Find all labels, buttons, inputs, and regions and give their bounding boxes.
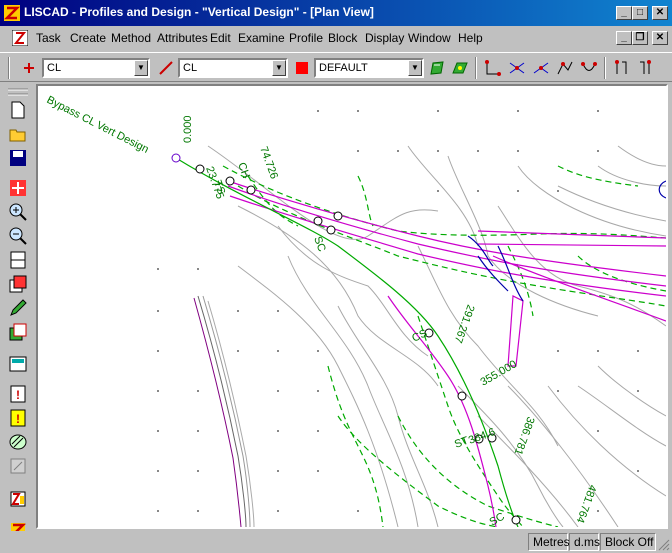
toolbar-separator: [475, 57, 477, 79]
menu-attributes[interactable]: Attributes: [157, 31, 208, 45]
svg-text:!: !: [16, 412, 20, 426]
new-file-icon[interactable]: [8, 100, 28, 120]
corner-point-icon[interactable]: [484, 59, 502, 77]
zoom-extents-icon[interactable]: [8, 250, 28, 270]
code-select-value: CL: [47, 62, 62, 74]
liscad-app-icon[interactable]: [4, 5, 20, 21]
alignment-name-label: Bypass CL Vert Design: [45, 94, 151, 156]
menu-create[interactable]: Create: [70, 31, 106, 45]
open-folder-icon[interactable]: [8, 124, 28, 144]
chevron-down-icon[interactable]: ▼: [134, 60, 148, 76]
zoom-in-icon[interactable]: [8, 202, 28, 222]
document-icon[interactable]: [12, 30, 28, 46]
toolbar-grip: [8, 57, 10, 79]
menu-edit[interactable]: Edit: [210, 31, 231, 45]
toolbar-separator: [604, 57, 606, 79]
chainage-label: 291.267: [452, 303, 477, 344]
line-style-icon[interactable]: [157, 59, 175, 77]
hatch-icon[interactable]: [8, 432, 28, 452]
menu-profile[interactable]: Profile: [289, 31, 323, 45]
polyline-icon[interactable]: [556, 59, 574, 77]
maximize-button[interactable]: □: [632, 6, 648, 20]
point-code-icon[interactable]: [20, 59, 38, 77]
doc-restore-button[interactable]: ❐: [632, 31, 648, 45]
menu-help[interactable]: Help: [458, 31, 483, 45]
window-icon[interactable]: [8, 274, 28, 294]
menu-window[interactable]: Window: [408, 31, 451, 45]
layer-manager-icon[interactable]: [451, 59, 469, 77]
embankment-lines: [193, 295, 255, 527]
chainage-label: 384.6: [467, 426, 497, 447]
chainage-label: 74.726: [257, 145, 280, 181]
resize-grip-icon[interactable]: [658, 539, 670, 551]
rotate-right-icon[interactable]: [636, 59, 654, 77]
point-type-label: SC: [488, 511, 507, 527]
plan-drawing[interactable]: Bypass CL Vert Design 0.000 23.775 74.72…: [38, 86, 666, 527]
layer-select[interactable]: DEFAULT ▼: [314, 58, 424, 78]
color-swatch-icon[interactable]: [293, 59, 311, 77]
title-bar: LISCAD - Profiles and Design - "Vertical…: [0, 0, 672, 26]
calculator-icon[interactable]: [8, 354, 28, 374]
arc-icon[interactable]: [580, 59, 598, 77]
zoom-out-icon[interactable]: [8, 226, 28, 246]
layer-select-value: DEFAULT: [319, 62, 368, 74]
alert-icon[interactable]: !: [8, 408, 28, 428]
road-outline-lines: [227, 180, 666, 527]
warning-icon[interactable]: !: [8, 384, 28, 404]
close-button[interactable]: ✕: [652, 6, 668, 20]
attributes-toolbar: CL ▼ CL ▼ DEFAULT ▼: [0, 52, 672, 82]
status-bar: Metres d.ms Block Off: [0, 531, 672, 553]
pan-icon[interactable]: [8, 178, 28, 198]
branch-icon[interactable]: [532, 59, 550, 77]
left-toolbar: ! !: [0, 82, 34, 553]
chainage-label: 0.000: [182, 115, 194, 143]
intersect-icon[interactable]: [508, 59, 526, 77]
chainage-label: 355.000: [479, 358, 519, 388]
layer-flag-icon[interactable]: [428, 59, 446, 77]
units-status[interactable]: Metres: [528, 533, 570, 551]
chevron-down-icon[interactable]: ▼: [272, 60, 286, 76]
doc-minimize-button[interactable]: _: [616, 31, 632, 45]
plot-icon[interactable]: [8, 488, 28, 508]
minimize-button[interactable]: _: [616, 6, 632, 20]
disabled-tool-icon[interactable]: [8, 456, 28, 476]
menu-method[interactable]: Method: [111, 31, 151, 45]
menu-task[interactable]: Task: [36, 31, 61, 45]
menu-bar: Task Create Method Attributes Edit Exami…: [0, 26, 672, 50]
chainage-markers: [171, 153, 521, 525]
svg-text:!: !: [16, 388, 20, 402]
window-title: LISCAD - Profiles and Design - "Vertical…: [24, 5, 374, 19]
menu-examine[interactable]: Examine: [238, 31, 285, 45]
toolbar-grip: [8, 88, 28, 96]
plan-view-canvas[interactable]: Bypass CL Vert Design 0.000 23.775 74.72…: [36, 84, 668, 529]
centreline: [175, 157, 519, 527]
menu-display[interactable]: Display: [365, 31, 404, 45]
rotate-left-icon[interactable]: [612, 59, 630, 77]
menu-block[interactable]: Block: [328, 31, 357, 45]
layers-icon[interactable]: [8, 322, 28, 342]
save-icon[interactable]: [8, 148, 28, 168]
angle-format-status[interactable]: d.ms: [569, 533, 600, 551]
pencil-icon[interactable]: [8, 298, 28, 318]
line-code-select-value: CL: [183, 62, 198, 74]
line-code-select[interactable]: CL ▼: [178, 58, 288, 78]
doc-close-button[interactable]: ✕: [652, 31, 668, 45]
chainage-labels: Bypass CL Vert Design 0.000 23.775 74.72…: [45, 94, 599, 527]
block-status[interactable]: Block Off: [600, 533, 656, 551]
chainage-label: 481.764: [574, 483, 599, 524]
code-select[interactable]: CL ▼: [42, 58, 150, 78]
chainage-label: 386.781: [512, 415, 537, 456]
chevron-down-icon[interactable]: ▼: [408, 60, 422, 76]
